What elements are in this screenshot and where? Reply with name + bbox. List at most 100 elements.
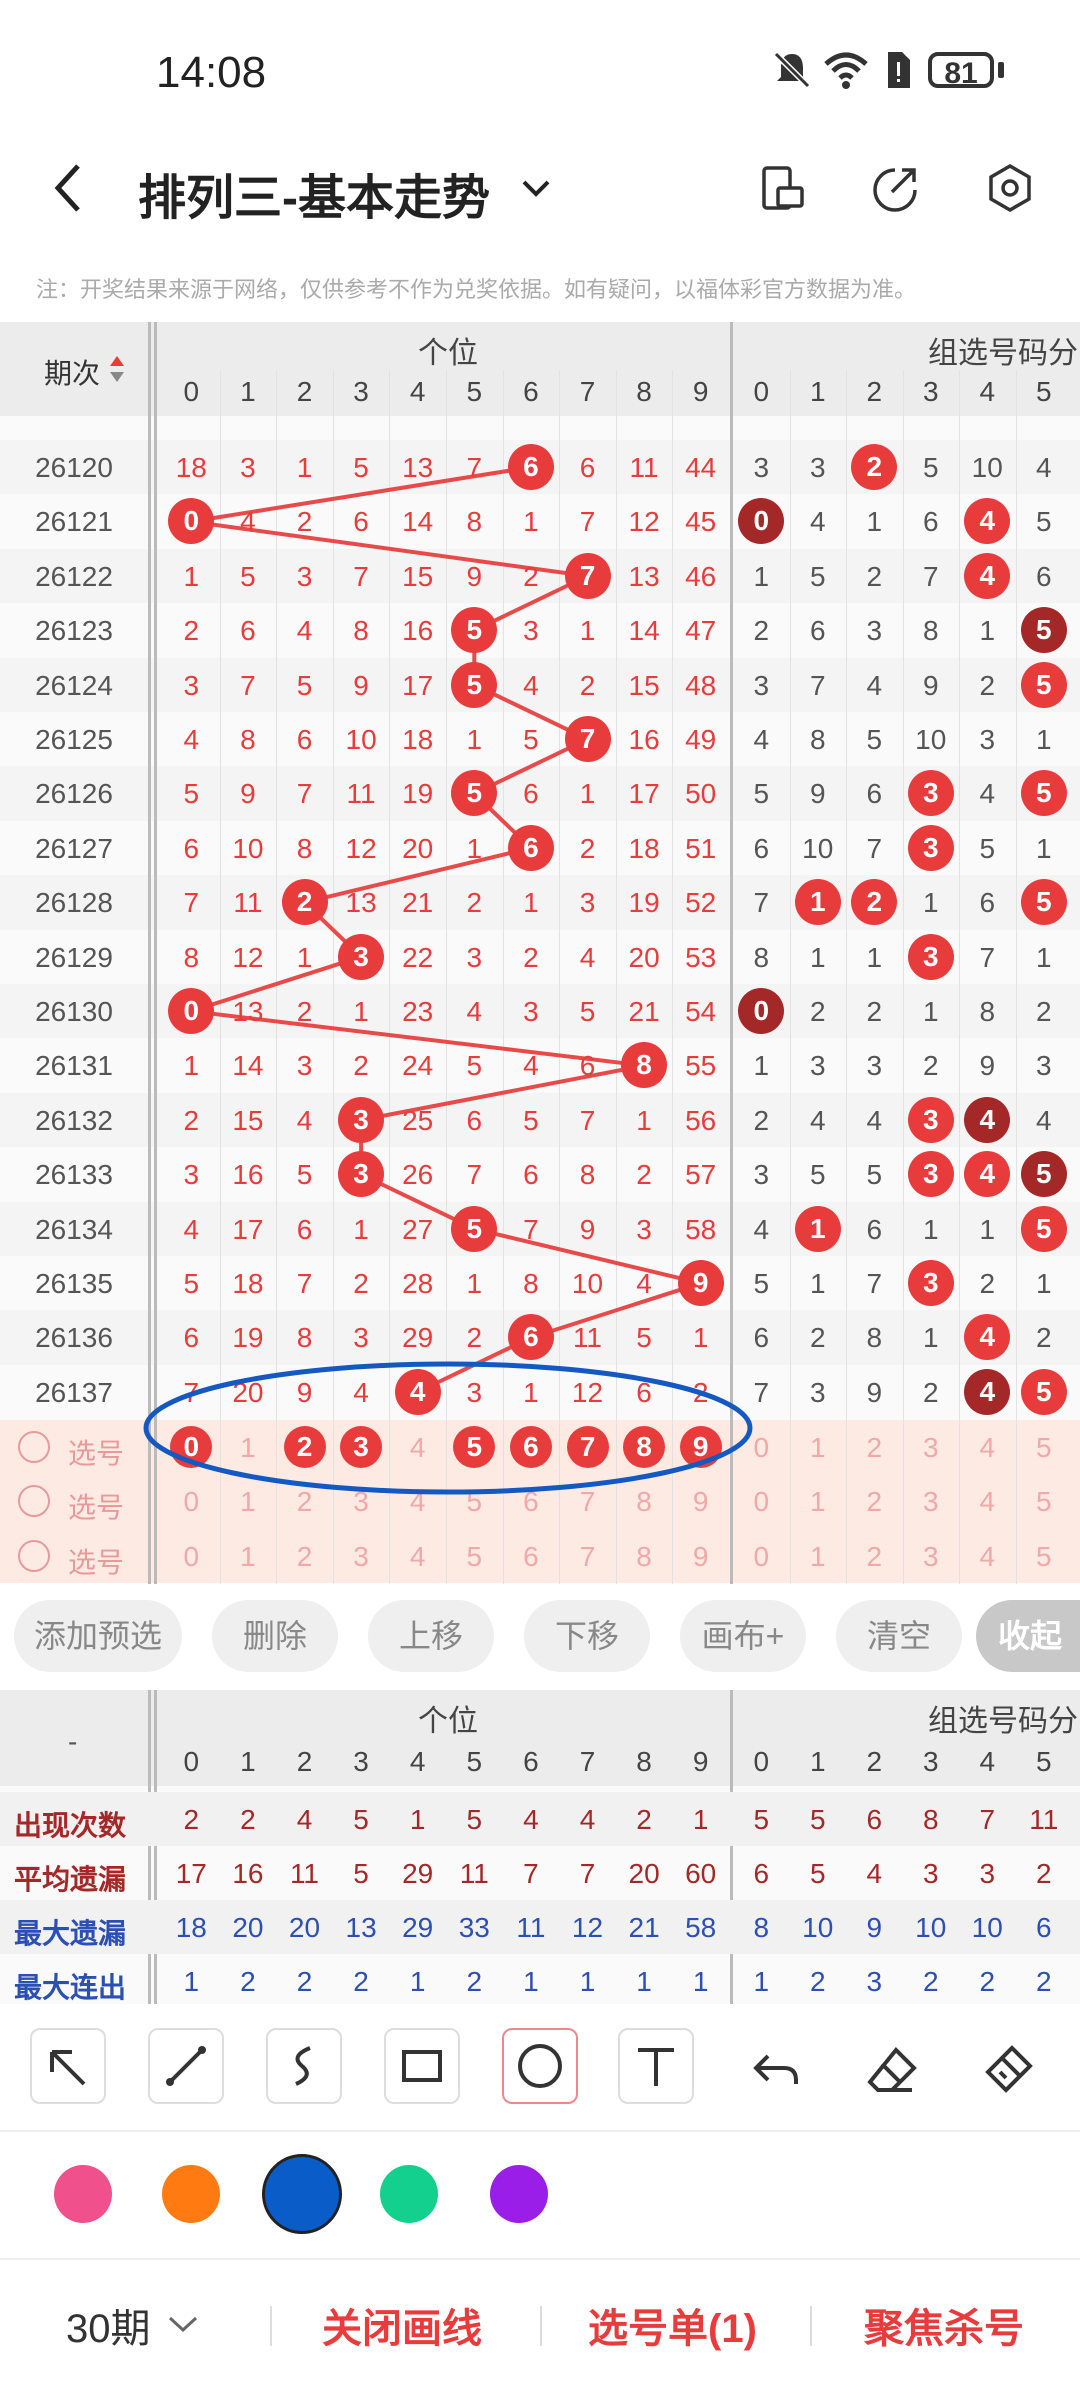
pick-ball[interactable]: 3 <box>333 1541 390 1573</box>
pick-ball[interactable]: 9 <box>672 1486 729 1518</box>
pick-ball[interactable]: 6 <box>503 1486 560 1518</box>
pick-ball[interactable]: 7 <box>559 1486 616 1518</box>
pick-ball[interactable]: 3 <box>333 1486 390 1518</box>
combo-value: 5 <box>866 724 883 755</box>
pick-ball-selected[interactable]: 5 <box>453 1426 496 1468</box>
share-icon[interactable] <box>870 164 920 214</box>
pick-ball[interactable]: 0 <box>163 1486 220 1518</box>
stat-value: 2 <box>183 1804 200 1835</box>
pick-ball[interactable]: 7 <box>559 1541 616 1573</box>
action-button-2[interactable]: 上移 <box>368 1600 494 1672</box>
pick-ball-selected[interactable]: 3 <box>340 1426 383 1468</box>
color-swatch-0[interactable] <box>54 2165 112 2223</box>
pick-combo-ball[interactable]: 5 <box>1016 1541 1073 1573</box>
combo-value: 4 <box>809 1104 826 1136</box>
pick-ball[interactable]: 8 <box>616 1486 673 1518</box>
pick-ball-selected[interactable]: 9 <box>679 1426 722 1468</box>
pick-ball[interactable]: 9 <box>672 1541 729 1573</box>
winning-number-ball: 5 <box>451 1205 498 1252</box>
action-button-3[interactable]: 下移 <box>524 1600 650 1672</box>
combo-value: 8 <box>866 1322 883 1354</box>
pick-combo-ball[interactable]: 0 <box>733 1432 790 1464</box>
period-cell: 26123 <box>35 615 113 647</box>
sort-icon[interactable] <box>108 354 126 384</box>
action-button-4[interactable]: 画布+ <box>680 1600 806 1672</box>
pick-ball[interactable]: 0 <box>163 1541 220 1573</box>
chevron-down-icon[interactable] <box>166 2312 200 2336</box>
miss-value: 9 <box>466 560 483 592</box>
stat-value: 2 <box>1035 1966 1052 1997</box>
rotate-screen-icon[interactable] <box>758 164 806 212</box>
pick-combo-ball[interactable]: 2 <box>846 1486 903 1518</box>
undo-icon[interactable] <box>740 2034 812 2106</box>
pick-list-button[interactable]: 选号单(1) <box>588 2296 757 2354</box>
color-swatch-3[interactable] <box>380 2165 438 2223</box>
period-cell: 26131 <box>35 1050 113 1082</box>
pick-combo-ball[interactable]: 3 <box>903 1486 960 1518</box>
curve-tool[interactable] <box>266 2028 342 2104</box>
chevron-down-icon[interactable] <box>518 174 554 202</box>
pick-combo-ball[interactable]: 0 <box>733 1486 790 1518</box>
rectangle-tool[interactable] <box>384 2028 460 2104</box>
combo-value: 1 <box>866 941 883 973</box>
pick-ball[interactable]: 6 <box>503 1541 560 1573</box>
pick-ball-selected[interactable]: 2 <box>283 1426 326 1468</box>
pick-combo-ball[interactable]: 4 <box>959 1541 1016 1573</box>
action-button-5[interactable]: 清空 <box>836 1600 962 1672</box>
pick-ball[interactable]: 1 <box>220 1432 277 1464</box>
action-button-0[interactable]: 添加预选 <box>14 1600 182 1672</box>
pick-ball[interactable]: 4 <box>389 1432 446 1464</box>
settings-icon[interactable] <box>984 162 1036 214</box>
pick-ball[interactable]: 5 <box>446 1486 503 1518</box>
pick-combo-ball[interactable]: 4 <box>959 1432 1016 1464</box>
page-title[interactable]: 排列三-基本走势 <box>138 158 490 228</box>
pick-combo-ball[interactable]: 3 <box>903 1432 960 1464</box>
pick-combo-ball[interactable]: 1 <box>790 1432 847 1464</box>
clear-brush-icon[interactable] <box>972 2034 1044 2106</box>
pick-ball-selected[interactable]: 6 <box>509 1426 552 1468</box>
pick-combo-ball[interactable]: 2 <box>846 1541 903 1573</box>
pick-combo-ball[interactable]: 4 <box>959 1486 1016 1518</box>
close-drawing-button[interactable]: 关闭画线 <box>322 2296 482 2354</box>
digit-header: 1 <box>240 376 256 407</box>
pick-ball[interactable]: 8 <box>616 1541 673 1573</box>
stats-corner: - <box>68 1726 78 1757</box>
stat-value: 11 <box>1029 1804 1059 1835</box>
pick-ball[interactable]: 1 <box>220 1486 277 1518</box>
pick-ball[interactable]: 5 <box>446 1541 503 1573</box>
pick-radio[interactable] <box>18 1431 50 1463</box>
color-swatch-2[interactable] <box>262 2154 342 2234</box>
pick-radio[interactable] <box>18 1539 50 1572</box>
pick-combo-ball[interactable]: 0 <box>733 1541 790 1573</box>
period-selector[interactable]: 30期 <box>66 2296 151 2354</box>
back-icon[interactable] <box>48 160 88 216</box>
pick-ball[interactable]: 4 <box>389 1486 446 1518</box>
pick-combo-ball[interactable]: 1 <box>790 1486 847 1518</box>
focus-kill-button[interactable]: 聚焦杀号 <box>864 2296 1024 2354</box>
eraser-icon[interactable] <box>856 2034 928 2106</box>
pick-ball-selected[interactable]: 8 <box>623 1426 666 1468</box>
pick-combo-ball[interactable]: 1 <box>790 1541 847 1573</box>
pick-ball[interactable]: 2 <box>276 1486 333 1518</box>
circle-tool[interactable] <box>502 2028 578 2104</box>
color-swatch-1[interactable] <box>162 2165 220 2223</box>
miss-value: 6 <box>296 1213 313 1245</box>
miss-value: 7 <box>523 1213 539 1245</box>
pick-combo-ball[interactable]: 3 <box>903 1541 960 1573</box>
stat-label: 最大连出 <box>14 1972 127 2003</box>
pick-combo-ball[interactable]: 5 <box>1016 1486 1073 1518</box>
pick-ball-selected[interactable]: 7 <box>566 1426 609 1468</box>
arrow-tool[interactable] <box>30 2028 106 2104</box>
action-button-6[interactable]: 收起 <box>976 1600 1080 1672</box>
action-button-1[interactable]: 删除 <box>212 1600 338 1672</box>
pick-combo-ball[interactable]: 2 <box>846 1432 903 1464</box>
pick-ball-selected[interactable]: 0 <box>170 1426 213 1468</box>
line-tool[interactable] <box>148 2028 224 2104</box>
pick-ball[interactable]: 2 <box>276 1541 333 1573</box>
pick-ball[interactable]: 4 <box>389 1541 446 1573</box>
pick-combo-ball[interactable]: 5 <box>1016 1432 1073 1464</box>
group-header-combo: 组选号码分 <box>928 337 1078 370</box>
color-swatch-4[interactable] <box>490 2165 548 2223</box>
pick-ball[interactable]: 1 <box>220 1541 277 1573</box>
text-tool[interactable] <box>618 2028 694 2104</box>
